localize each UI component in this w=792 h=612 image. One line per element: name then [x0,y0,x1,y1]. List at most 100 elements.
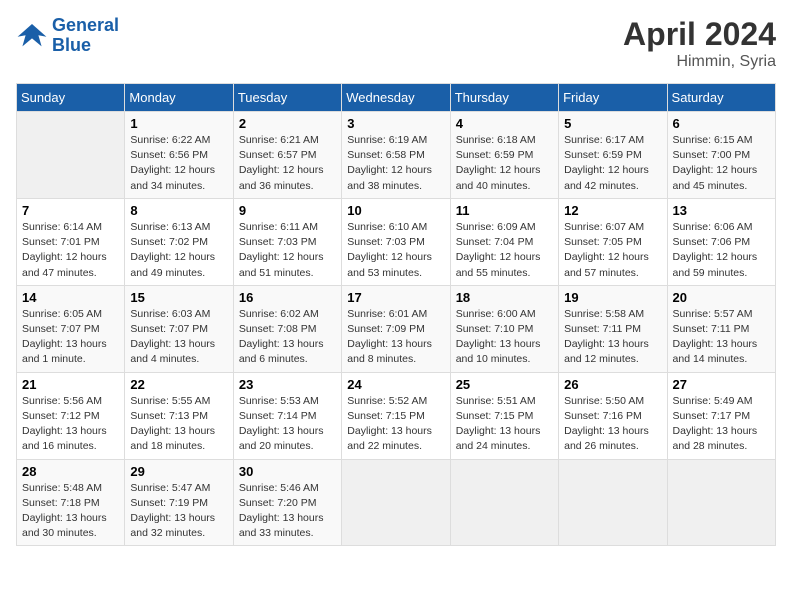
day-number: 6 [673,116,770,131]
day-number: 16 [239,290,336,305]
cell-content: Sunrise: 5:51 AM Sunset: 7:15 PM Dayligh… [456,394,553,455]
calendar-week-row: 7 Sunrise: 6:14 AM Sunset: 7:01 PM Daylig… [17,198,776,285]
calendar-cell: 10 Sunrise: 6:10 AM Sunset: 7:03 PM Dayli… [342,198,450,285]
logo-text: General Blue [52,16,119,56]
calendar-cell: 30Sunrise: 5:46 AM Sunset: 7:20 PM Dayli… [233,459,341,546]
calendar-cell: 4 Sunrise: 6:18 AM Sunset: 6:59 PM Daylig… [450,112,558,199]
calendar-cell [342,459,450,546]
cell-content: Sunrise: 6:09 AM Sunset: 7:04 PM Dayligh… [456,220,553,281]
weekday-header: Thursday [450,84,558,112]
day-number: 12 [564,203,661,218]
calendar-cell [17,112,125,199]
day-number: 10 [347,203,444,218]
day-number: 14 [22,290,119,305]
day-number: 9 [239,203,336,218]
cell-content: Sunrise: 6:10 AM Sunset: 7:03 PM Dayligh… [347,220,444,281]
weekday-header: Tuesday [233,84,341,112]
page-header: General Blue April 2024 Himmin, Syria [16,16,776,71]
day-number: 26 [564,377,661,392]
location: Himmin, Syria [623,53,776,71]
calendar-cell: 7 Sunrise: 6:14 AM Sunset: 7:01 PM Daylig… [17,198,125,285]
cell-content: Sunrise: 5:52 AM Sunset: 7:15 PM Dayligh… [347,394,444,455]
cell-content: Sunrise: 6:11 AM Sunset: 7:03 PM Dayligh… [239,220,336,281]
logo: General Blue [16,16,119,56]
day-number: 2 [239,116,336,131]
day-number: 15 [130,290,227,305]
calendar-cell: 12 Sunrise: 6:07 AM Sunset: 7:05 PM Dayli… [559,198,667,285]
calendar-week-row: 21 Sunrise: 5:56 AM Sunset: 7:12 PM Dayli… [17,372,776,459]
cell-content: Sunrise: 6:13 AM Sunset: 7:02 PM Dayligh… [130,220,227,281]
calendar-cell [559,459,667,546]
calendar-cell: 18 Sunrise: 6:00 AM Sunset: 7:10 PM Dayli… [450,285,558,372]
cell-content: Sunrise: 5:57 AM Sunset: 7:11 PM Dayligh… [673,307,770,368]
calendar-cell [450,459,558,546]
calendar-week-row: 28 Sunrise: 5:48 AM Sunset: 7:18 PM Dayli… [17,459,776,546]
day-number: 5 [564,116,661,131]
cell-content: Sunrise: 6:05 AM Sunset: 7:07 PM Dayligh… [22,307,119,368]
day-number: 19 [564,290,661,305]
cell-content: Sunrise: 6:07 AM Sunset: 7:05 PM Dayligh… [564,220,661,281]
calendar-cell: 20 Sunrise: 5:57 AM Sunset: 7:11 PM Dayli… [667,285,775,372]
weekday-header: Friday [559,84,667,112]
calendar-cell: 8Sunrise: 6:13 AM Sunset: 7:02 PM Daylig… [125,198,233,285]
calendar-cell: 5 Sunrise: 6:17 AM Sunset: 6:59 PM Daylig… [559,112,667,199]
cell-content: Sunrise: 5:47 AM Sunset: 7:19 PM Dayligh… [130,481,227,542]
day-number: 23 [239,377,336,392]
calendar-cell: 25 Sunrise: 5:51 AM Sunset: 7:15 PM Dayli… [450,372,558,459]
cell-content: Sunrise: 6:18 AM Sunset: 6:59 PM Dayligh… [456,133,553,194]
day-number: 11 [456,203,553,218]
day-number: 20 [673,290,770,305]
calendar-cell: 11 Sunrise: 6:09 AM Sunset: 7:04 PM Dayli… [450,198,558,285]
calendar-cell: 6Sunrise: 6:15 AM Sunset: 7:00 PM Daylig… [667,112,775,199]
day-number: 27 [673,377,770,392]
calendar-cell: 3 Sunrise: 6:19 AM Sunset: 6:58 PM Daylig… [342,112,450,199]
calendar-cell: 22 Sunrise: 5:55 AM Sunset: 7:13 PM Dayli… [125,372,233,459]
calendar-week-row: 14 Sunrise: 6:05 AM Sunset: 7:07 PM Dayli… [17,285,776,372]
day-number: 24 [347,377,444,392]
day-number: 4 [456,116,553,131]
calendar-cell: 21 Sunrise: 5:56 AM Sunset: 7:12 PM Dayli… [17,372,125,459]
calendar-cell: 28 Sunrise: 5:48 AM Sunset: 7:18 PM Dayli… [17,459,125,546]
cell-content: Sunrise: 6:02 AM Sunset: 7:08 PM Dayligh… [239,307,336,368]
calendar-cell: 9 Sunrise: 6:11 AM Sunset: 7:03 PM Daylig… [233,198,341,285]
calendar-cell: 17Sunrise: 6:01 AM Sunset: 7:09 PM Dayli… [342,285,450,372]
cell-content: Sunrise: 5:55 AM Sunset: 7:13 PM Dayligh… [130,394,227,455]
cell-content: Sunrise: 6:03 AM Sunset: 7:07 PM Dayligh… [130,307,227,368]
calendar-cell: 23 Sunrise: 5:53 AM Sunset: 7:14 PM Dayli… [233,372,341,459]
calendar-cell [667,459,775,546]
cell-content: Sunrise: 5:53 AM Sunset: 7:14 PM Dayligh… [239,394,336,455]
day-number: 21 [22,377,119,392]
day-number: 30 [239,464,336,479]
weekday-header: Wednesday [342,84,450,112]
day-number: 18 [456,290,553,305]
calendar-cell: 15 Sunrise: 6:03 AM Sunset: 7:07 PM Dayli… [125,285,233,372]
calendar-cell: 14 Sunrise: 6:05 AM Sunset: 7:07 PM Dayli… [17,285,125,372]
day-number: 3 [347,116,444,131]
calendar-cell: 26Sunrise: 5:50 AM Sunset: 7:16 PM Dayli… [559,372,667,459]
calendar-cell: 19Sunrise: 5:58 AM Sunset: 7:11 PM Dayli… [559,285,667,372]
weekday-header-row: SundayMondayTuesdayWednesdayThursdayFrid… [17,84,776,112]
day-number: 25 [456,377,553,392]
cell-content: Sunrise: 6:01 AM Sunset: 7:09 PM Dayligh… [347,307,444,368]
weekday-header: Saturday [667,84,775,112]
title-block: April 2024 Himmin, Syria [623,16,776,71]
cell-content: Sunrise: 5:56 AM Sunset: 7:12 PM Dayligh… [22,394,119,455]
calendar-week-row: 1Sunrise: 6:22 AM Sunset: 6:56 PM Daylig… [17,112,776,199]
cell-content: Sunrise: 6:14 AM Sunset: 7:01 PM Dayligh… [22,220,119,281]
day-number: 22 [130,377,227,392]
cell-content: Sunrise: 5:48 AM Sunset: 7:18 PM Dayligh… [22,481,119,542]
calendar-cell: 1Sunrise: 6:22 AM Sunset: 6:56 PM Daylig… [125,112,233,199]
cell-content: Sunrise: 6:19 AM Sunset: 6:58 PM Dayligh… [347,133,444,194]
month-title: April 2024 [623,16,776,53]
calendar-cell: 16 Sunrise: 6:02 AM Sunset: 7:08 PM Dayli… [233,285,341,372]
day-number: 28 [22,464,119,479]
weekday-header: Monday [125,84,233,112]
weekday-header: Sunday [17,84,125,112]
cell-content: Sunrise: 6:21 AM Sunset: 6:57 PM Dayligh… [239,133,336,194]
cell-content: Sunrise: 6:00 AM Sunset: 7:10 PM Dayligh… [456,307,553,368]
cell-content: Sunrise: 6:06 AM Sunset: 7:06 PM Dayligh… [673,220,770,281]
day-number: 7 [22,203,119,218]
day-number: 13 [673,203,770,218]
calendar-cell: 29Sunrise: 5:47 AM Sunset: 7:19 PM Dayli… [125,459,233,546]
cell-content: Sunrise: 6:17 AM Sunset: 6:59 PM Dayligh… [564,133,661,194]
